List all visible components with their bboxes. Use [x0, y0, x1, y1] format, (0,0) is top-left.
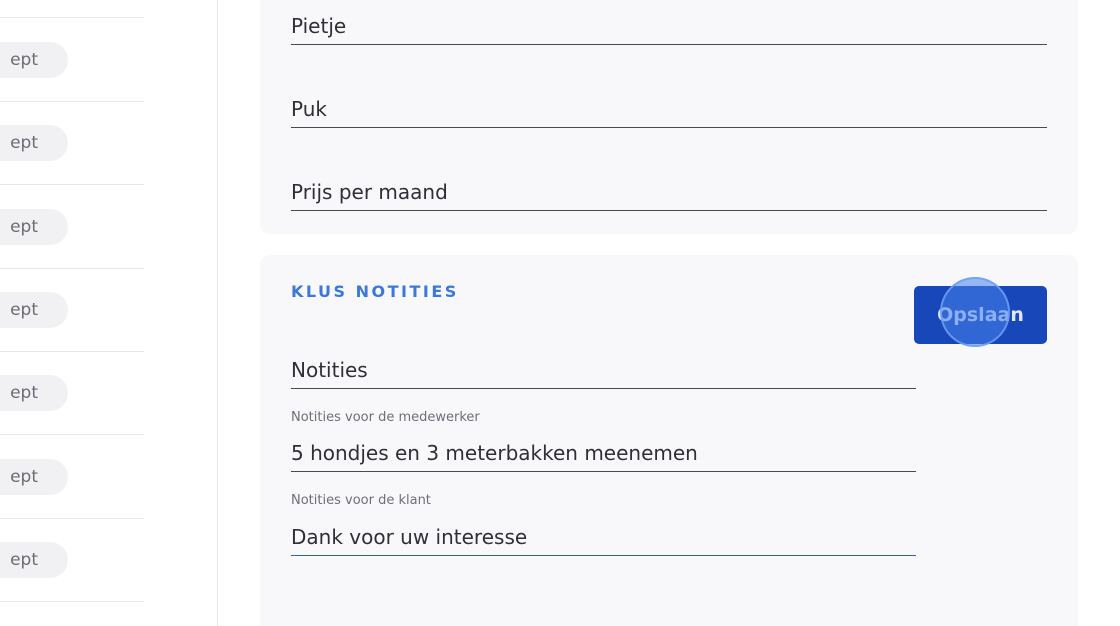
price-per-month-placeholder: Prijs per maand [291, 180, 448, 204]
job-notes-card: KLUS NOTITIES Opslaan Notities Notities … [260, 255, 1078, 626]
list-divider [0, 101, 144, 102]
status-badge[interactable]: ept [0, 209, 68, 245]
client-notes-label: Notities voor de klant [291, 493, 431, 508]
employee-notes-label: Notities voor de medewerker [291, 410, 480, 425]
price-per-month-field[interactable]: Prijs per maand [291, 166, 1047, 211]
sidebar: ept ept ept ept ept ept ept [0, 0, 218, 626]
notes-placeholder: Notities [291, 358, 368, 382]
status-badge[interactable]: ept [0, 542, 68, 578]
section-title: KLUS NOTITIES [291, 282, 459, 301]
list-divider [0, 17, 144, 18]
first-name-value: Pietje [291, 14, 347, 38]
status-badge[interactable]: ept [0, 459, 68, 495]
status-badge[interactable]: ept [0, 292, 68, 328]
list-divider [0, 268, 144, 269]
first-name-field[interactable]: Pietje [291, 0, 1047, 45]
last-name-field[interactable]: Puk [291, 83, 1047, 128]
client-notes-field[interactable]: Notities voor de klant Dank voor uw inte… [291, 493, 916, 556]
list-divider [0, 518, 144, 519]
status-badge[interactable]: ept [0, 375, 68, 411]
client-notes-value: Dank voor uw interesse [291, 525, 528, 549]
status-badge[interactable]: ept [0, 125, 68, 161]
list-divider [0, 351, 144, 352]
save-button[interactable]: Opslaan [914, 286, 1047, 344]
customer-details-card: Pietje Puk Prijs per maand [260, 0, 1078, 234]
list-divider [0, 601, 144, 602]
last-name-value: Puk [291, 97, 327, 121]
employee-notes-value: 5 hondjes en 3 meterbakken meenemen [291, 441, 698, 465]
status-badge[interactable]: ept [0, 42, 68, 78]
notes-field[interactable]: Notities [291, 343, 916, 389]
list-divider [0, 434, 144, 435]
list-divider [0, 184, 144, 185]
employee-notes-field[interactable]: Notities voor de medewerker 5 hondjes en… [291, 410, 916, 472]
